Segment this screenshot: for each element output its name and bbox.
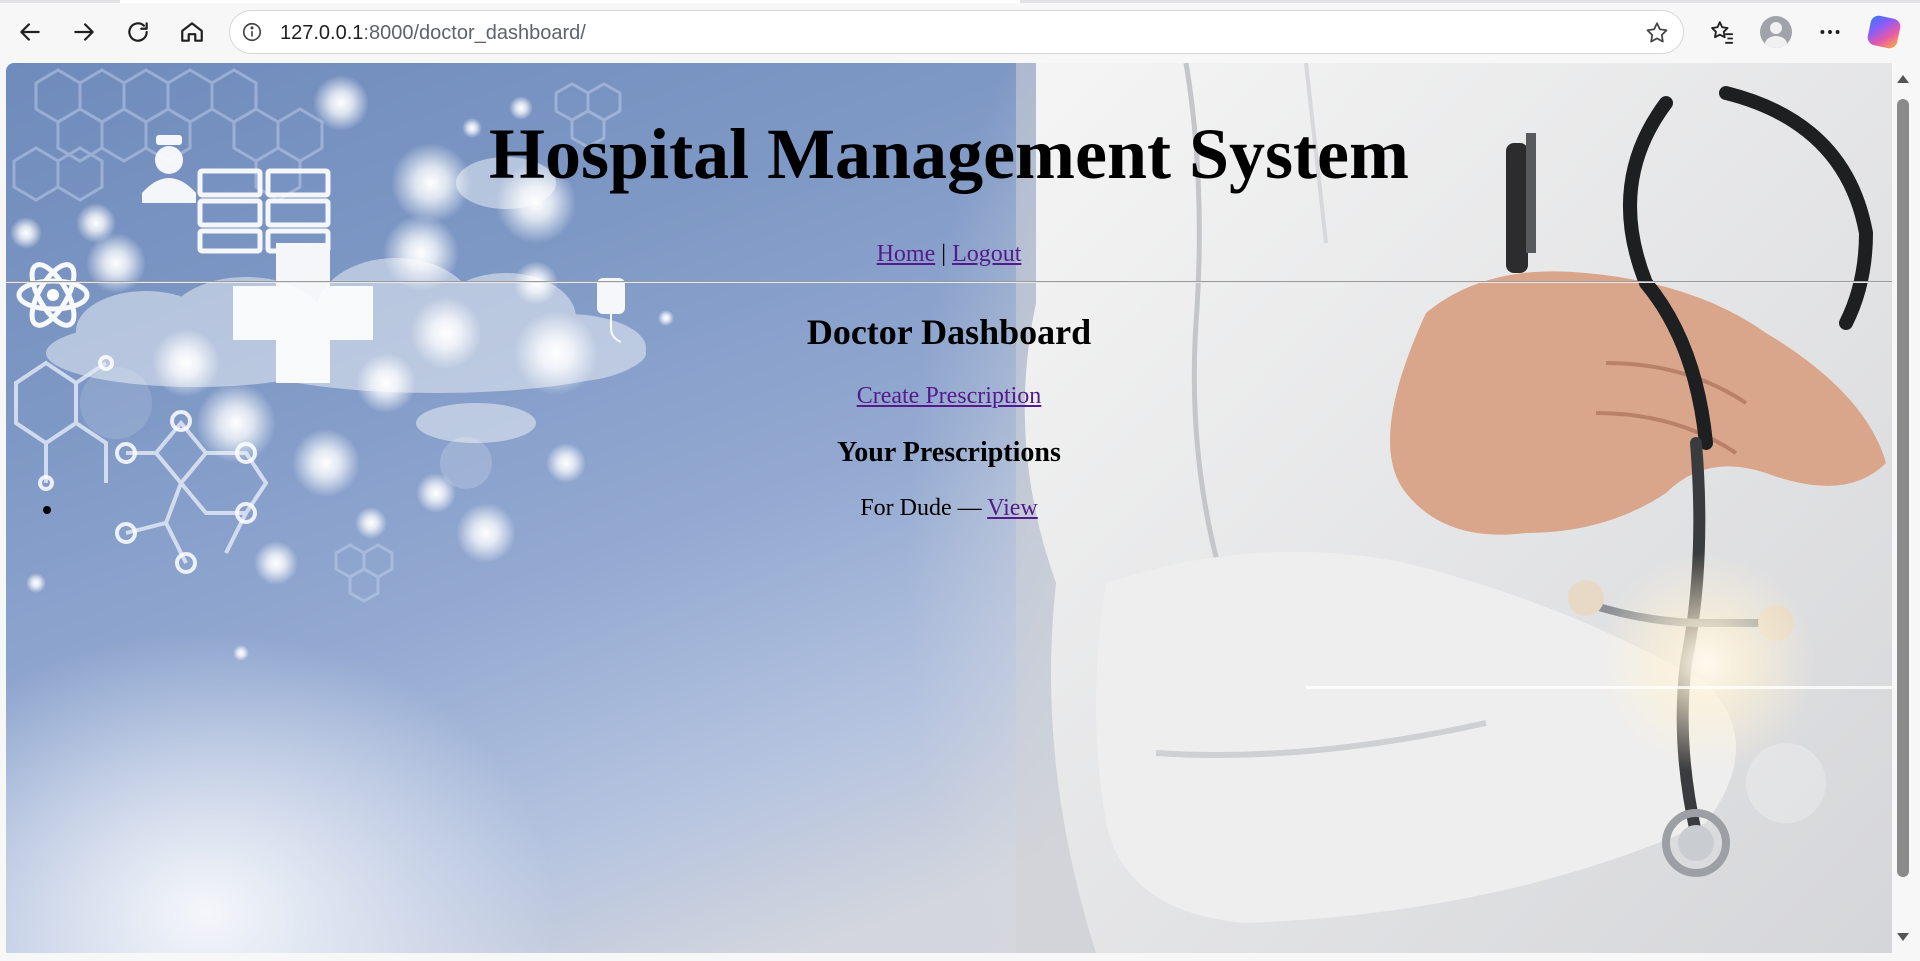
vertical-scrollbar[interactable] [1892,63,1914,953]
profile-button[interactable] [1758,14,1794,50]
create-prescription-row: Create Prescription [6,383,1892,410]
profile-avatar-icon [1760,16,1792,48]
url-text[interactable]: 127.0.0.1:8000/doctor_dashboard/ [280,22,586,45]
more-options-button[interactable] [1812,14,1848,50]
prescriptions-heading: Your Prescriptions [837,437,1061,468]
scroll-thumb[interactable] [1897,99,1909,877]
bottom-border [0,953,1920,961]
prescription-list: For Dude — View [6,495,1892,522]
view-prescription-link[interactable]: View [987,495,1038,521]
address-bar[interactable]: 127.0.0.1:8000/doctor_dashboard/ [229,10,1684,54]
site-title: Hospital Management System [489,114,1409,194]
list-bullet [43,506,51,514]
prescription-label: For Dude — [860,495,982,521]
forward-arrow-icon [74,23,94,41]
home-icon [181,22,203,42]
back-arrow-icon [20,23,40,41]
horizontal-rule [6,281,1892,283]
reload-icon [128,22,148,42]
home-link[interactable]: Home [877,241,936,267]
nav-separator: | [941,241,947,267]
copilot-icon [1866,14,1902,50]
tab-strip-edge [0,0,1920,3]
star-icon[interactable] [1643,19,1671,47]
create-prescription-link[interactable]: Create Prescription [857,383,1042,409]
reload-button[interactable] [120,14,156,50]
page-viewport: Hospital Management System Home | Logout… [6,63,1892,953]
favorites-button[interactable] [1704,14,1740,50]
scroll-up-arrow-icon[interactable] [1897,75,1909,83]
more-options-icon [1820,30,1840,34]
favorites-icon [1711,21,1733,44]
forward-button[interactable] [66,14,102,50]
browser-toolbar: 127.0.0.1:8000/doctor_dashboard/ [0,0,1920,63]
home-button[interactable] [174,14,210,50]
url-host: 127.0.0.1 [280,22,364,44]
top-nav: Home | Logout [6,241,1892,268]
back-button[interactable] [12,14,48,50]
scroll-down-arrow-icon[interactable] [1897,933,1909,941]
copilot-button[interactable] [1866,14,1902,50]
dashboard-title: Doctor Dashboard [806,312,1092,352]
prescription-item: For Dude — View [6,495,1892,522]
info-icon[interactable] [240,20,264,44]
logout-link[interactable]: Logout [952,241,1021,267]
url-path: :8000/doctor_dashboard/ [363,22,586,44]
